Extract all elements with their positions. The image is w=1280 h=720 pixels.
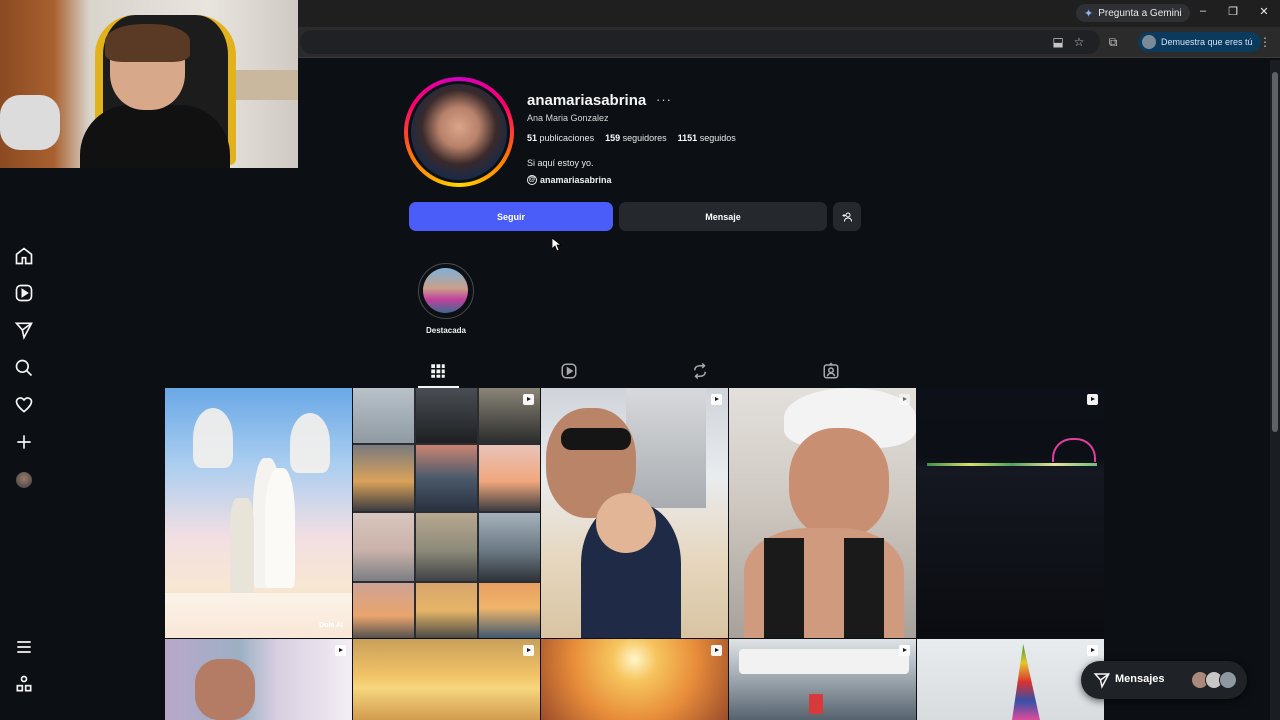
messages-label: Mensajes — [1115, 673, 1165, 685]
grid-tile-beach-selfie[interactable] — [541, 388, 728, 638]
threads-icon: @ — [527, 175, 537, 185]
browser-profile-chip[interactable]: Demuestra que eres tú — [1138, 32, 1261, 52]
tab-posts-grid[interactable] — [429, 362, 449, 382]
profile-chip-avatar — [1142, 35, 1156, 49]
followers-count[interactable]: 159 seguidores — [605, 133, 667, 143]
reel-badge-icon — [711, 645, 722, 656]
address-bar[interactable] — [300, 30, 1100, 54]
grid-tile-sunset-sea[interactable] — [541, 639, 728, 720]
add-user-icon — [842, 212, 852, 222]
profile-chip-label: Demuestra que eres tú — [1161, 37, 1253, 47]
reel-badge-icon — [1087, 394, 1098, 405]
reel-badge-icon — [335, 645, 346, 656]
reel-badge-icon — [1087, 645, 1098, 656]
profile-bio: Si aquí estoy yo. — [527, 158, 594, 168]
grid-tile-sunset-collage[interactable] — [353, 388, 540, 638]
extensions-icon[interactable]: ⧉ — [1105, 34, 1121, 50]
reel-badge-icon — [711, 394, 722, 405]
reel-badge-icon — [523, 645, 534, 656]
following-count[interactable]: 1151 seguidos — [678, 133, 736, 143]
profile-avatar — [411, 84, 507, 180]
grid-tile-night-pier[interactable] — [917, 388, 1104, 638]
follow-button[interactable]: Seguir — [409, 202, 613, 231]
reel-badge-icon — [899, 645, 910, 656]
story-highlight[interactable] — [418, 263, 474, 319]
threads-handle: anamariasabrina — [540, 175, 612, 185]
tab-reels[interactable] — [560, 362, 580, 382]
message-avatar — [1219, 671, 1237, 689]
grid-tile-angels-family[interactable]: Dola AI — [165, 388, 352, 638]
profile-username: anamariasabrina — [527, 92, 647, 109]
messages-pill[interactable]: Mensajes — [1081, 661, 1247, 699]
tab-reposts[interactable] — [691, 362, 711, 382]
grid-tile-lavender-beach[interactable] — [165, 639, 352, 720]
highlight-label: Destacada — [425, 326, 467, 335]
tagged-icon — [823, 362, 839, 379]
message-button[interactable]: Mensaje — [619, 202, 827, 231]
grid-tile-golden-sky[interactable] — [353, 639, 540, 720]
dola-ai-watermark: Dola AI — [319, 622, 343, 629]
gemini-button[interactable]: ✦ Pregunta a Gemini — [1076, 4, 1190, 22]
grid-tile-boat[interactable] — [729, 639, 916, 720]
grid-tile-white-cap-selfie[interactable] — [729, 388, 916, 638]
menu-hamburger-icon[interactable] — [14, 637, 34, 657]
repost-icon — [694, 362, 706, 380]
more-options-icon[interactable]: ··· — [656, 92, 672, 107]
gemini-spark-icon: ✦ — [1084, 7, 1094, 20]
home-icon[interactable] — [14, 246, 34, 266]
restore-button[interactable]: ❐ — [1226, 5, 1240, 18]
reels-tab-icon — [561, 363, 577, 379]
close-window-button[interactable]: ✕ — [1257, 5, 1271, 18]
highlight-thumbnail — [423, 268, 468, 313]
search-icon[interactable] — [14, 358, 34, 378]
grid-tile-sailboat[interactable] — [917, 639, 1104, 720]
profile-stats: 51 publicaciones 159 seguidores 1151 seg… — [527, 133, 736, 143]
grid-icon — [431, 364, 445, 378]
threads-link[interactable]: @ anamariasabrina — [527, 175, 612, 185]
page-scrollbar[interactable] — [1270, 60, 1280, 720]
profile-avatar-story-ring[interactable] — [404, 77, 514, 187]
direct-messages-icon[interactable] — [14, 320, 34, 340]
scrollbar-thumb[interactable] — [1272, 72, 1278, 432]
reel-badge-icon — [523, 394, 534, 405]
reel-badge-icon — [899, 394, 910, 405]
messages-send-icon — [1093, 673, 1110, 689]
nav-profile-avatar[interactable] — [16, 472, 32, 488]
profile-full-name: Ana Maria Gonzalez — [527, 113, 609, 123]
reels-icon[interactable] — [14, 283, 34, 303]
suggest-user-button[interactable] — [833, 202, 861, 231]
notifications-heart-icon[interactable] — [14, 395, 34, 415]
webcam-overlay — [0, 0, 298, 168]
posts-count: 51 publicaciones — [527, 133, 595, 143]
install-app-icon[interactable]: ⬓ — [1050, 34, 1066, 50]
minimize-button[interactable]: – — [1196, 5, 1210, 17]
more-apps-icon[interactable] — [14, 674, 34, 694]
create-plus-icon[interactable] — [14, 432, 34, 452]
bookmark-star-icon[interactable]: ☆ — [1071, 34, 1087, 50]
tab-tagged[interactable] — [822, 362, 842, 382]
gemini-label: Pregunta a Gemini — [1098, 7, 1182, 19]
browser-menu-icon[interactable]: ⋮ — [1257, 34, 1273, 50]
